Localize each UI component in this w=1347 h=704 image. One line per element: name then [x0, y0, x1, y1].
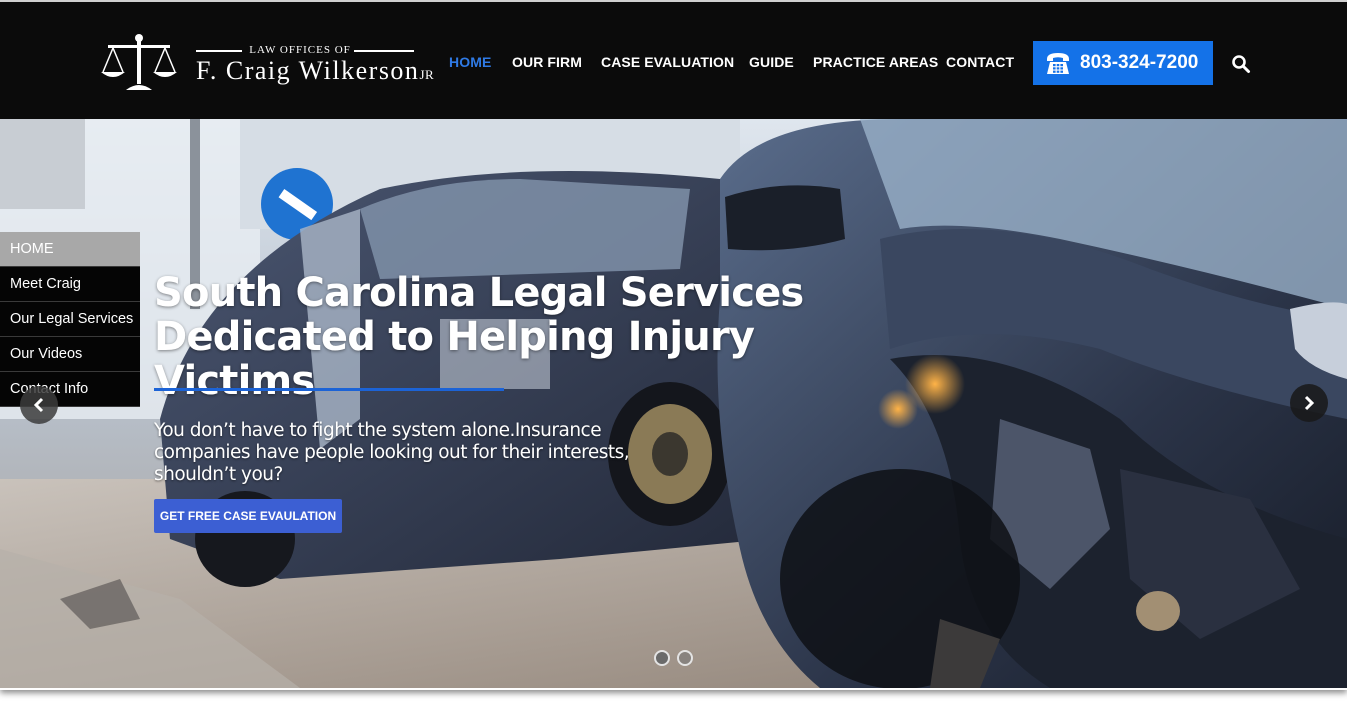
side-menu-videos[interactable]: Our Videos: [0, 337, 140, 372]
nav-contact[interactable]: CONTACT: [946, 54, 1014, 70]
hero-headline-line1: South Carolina Legal Services: [154, 270, 804, 316]
page-frame: LAW OFFICES OF F. Craig WilkersonJR HOME…: [0, 0, 1347, 690]
headline-divider: [154, 388, 504, 391]
search-icon[interactable]: [1231, 54, 1251, 74]
logo-name-text: F. Craig Wilkerson: [196, 56, 420, 85]
site-header: LAW OFFICES OF F. Craig WilkersonJR HOME…: [0, 0, 1347, 119]
nav-home[interactable]: HOME: [449, 54, 491, 70]
scales-of-justice-icon: [101, 34, 177, 90]
side-menu-meet-craig[interactable]: Meet Craig: [0, 267, 140, 302]
slider-pagination: [654, 650, 698, 666]
call-button[interactable]: 803-324-7200: [1033, 41, 1213, 85]
slider-prev-button[interactable]: [20, 386, 58, 424]
side-menu-legal-services[interactable]: Our Legal Services: [0, 302, 140, 337]
nav-practice-areas[interactable]: PRACTICE AREAS: [813, 54, 938, 70]
hero-subtext: You don’t have to fight the system alone…: [154, 420, 630, 485]
phone-number: 803-324-7200: [1080, 52, 1199, 73]
hero-slider: HOME Meet Craig Our Legal Services Our V…: [0, 119, 1347, 688]
side-menu-home[interactable]: HOME: [0, 232, 140, 267]
nav-guide[interactable]: GUIDE: [749, 54, 794, 70]
logo-tagline: LAW OFFICES OF: [196, 44, 414, 56]
chevron-right-icon: [1304, 395, 1315, 411]
logo-suffix: JR: [419, 67, 435, 82]
side-menu: HOME Meet Craig Our Legal Services Our V…: [0, 232, 140, 407]
chevron-left-icon: [33, 397, 44, 413]
hero-headline: South Carolina Legal Services Dedicated …: [154, 271, 914, 403]
slider-dot-1[interactable]: [654, 650, 670, 666]
nav-our-firm[interactable]: OUR FIRM: [512, 54, 582, 70]
slider-next-button[interactable]: [1290, 384, 1328, 422]
logo-top-text: LAW OFFICES OF: [249, 44, 351, 56]
free-case-evaluation-button[interactable]: GET FREE CASE EVAULATION: [154, 499, 342, 533]
slider-dot-2[interactable]: [677, 650, 693, 666]
phone-icon: [1047, 53, 1069, 74]
nav-case-evaluation[interactable]: CASE EVALUATION: [601, 54, 734, 70]
logo-firm-name: F. Craig WilkersonJR: [196, 56, 434, 90]
site-logo[interactable]: LAW OFFICES OF F. Craig WilkersonJR: [100, 32, 434, 94]
